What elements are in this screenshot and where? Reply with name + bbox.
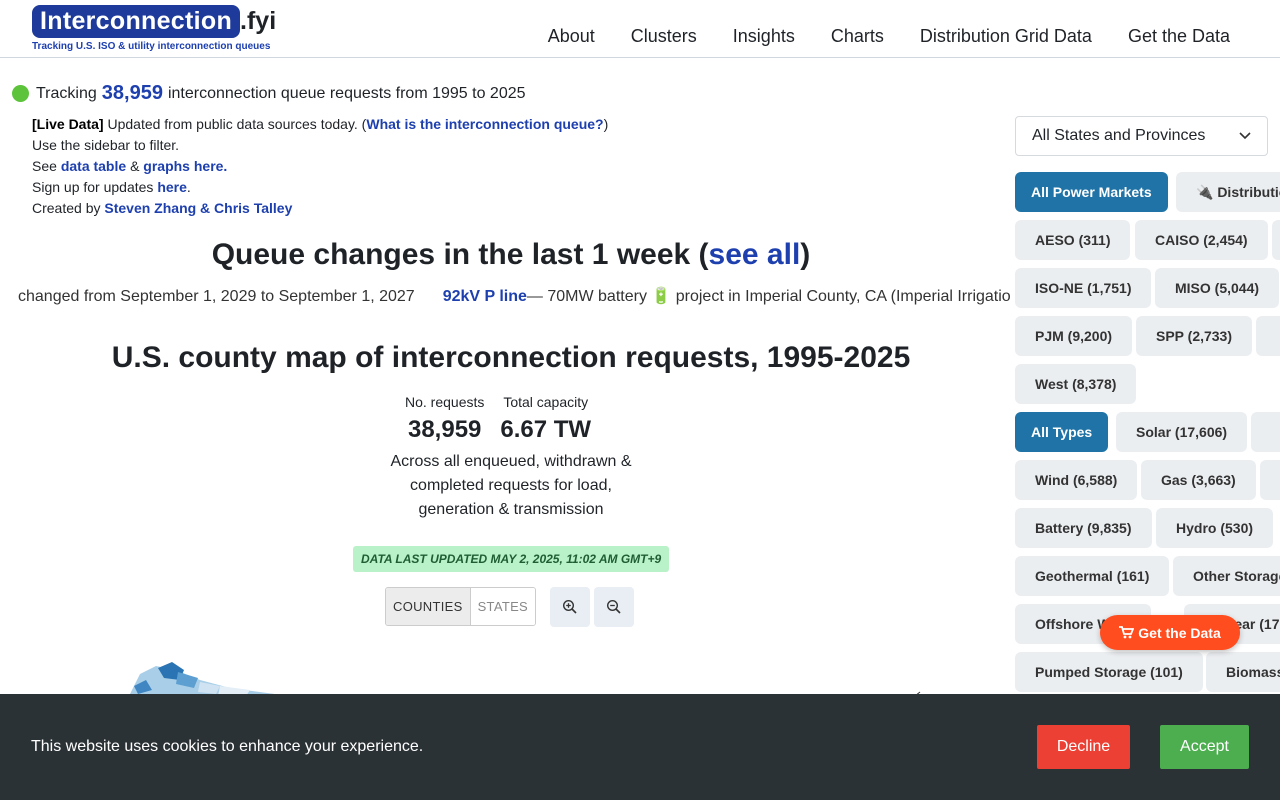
nav-charts[interactable]: Charts	[831, 26, 884, 47]
states-toggle-button[interactable]: STATES	[470, 588, 536, 625]
queue-title-prefix: Queue changes in the last 1 week (	[211, 238, 709, 271]
chip-gas[interactable]: Gas (3,663)	[1141, 460, 1256, 500]
nav-insights[interactable]: Insights	[733, 26, 795, 47]
county-map[interactable]	[120, 658, 940, 698]
zoom-in-button[interactable]	[550, 587, 590, 627]
chip-miso[interactable]: MISO (5,044)	[1155, 268, 1280, 308]
chip-caiso[interactable]: CAISO (2,454)	[1135, 220, 1268, 260]
live-data-label: [Live Data]	[32, 116, 104, 132]
cookie-banner: This website uses cookies to enhance you…	[0, 694, 1280, 800]
chevron-down-icon	[1239, 132, 1251, 140]
chip-distribution[interactable]: 🔌 Distribution	[1176, 172, 1280, 212]
map-stats: No. requests 38,959 Total capacity 6.67 …	[405, 394, 591, 444]
sidebar-hint: Use the sidebar to filter.	[32, 137, 180, 153]
cookie-accept-button[interactable]: Accept	[1160, 725, 1249, 769]
see-line: See data table & graphs here.	[32, 156, 608, 177]
ticker-project-text: — 70MW battery 🔋 project in Imperial Cou…	[526, 288, 1010, 305]
what-is-queue-link[interactable]: What is the interconnection queue?	[366, 116, 603, 132]
graphs-link[interactable]: graphs here.	[143, 158, 227, 174]
map-view-toggle: COUNTIES STATES	[385, 587, 537, 626]
chip-spp[interactable]: SPP (2,733)	[1136, 316, 1253, 356]
nav-distribution-grid-data[interactable]: Distribution Grid Data	[920, 26, 1092, 47]
stat-requests-label: No. requests	[405, 394, 485, 410]
queue-title-suffix: )	[800, 238, 811, 271]
signup-suffix: .	[186, 179, 191, 195]
signup-line: Sign up for updates here.	[32, 177, 608, 198]
nav-get-the-data[interactable]: Get the Data	[1128, 26, 1230, 47]
map-title: U.S. county map of interconnection reque…	[111, 341, 911, 374]
tracking-suffix: interconnection queue requests from 1995…	[167, 84, 526, 102]
logo-wordmark[interactable]: Interconnection	[32, 5, 241, 38]
chip-overflow-2[interactable]	[1256, 316, 1280, 356]
chip-all-types[interactable]: All Types	[1015, 412, 1109, 452]
chip-overflow-4[interactable]	[1260, 460, 1280, 500]
live-data-close: )	[603, 116, 609, 132]
see-all-link[interactable]: see all	[709, 238, 801, 271]
stat-capacity-value: 6.67 TW	[500, 416, 592, 443]
chip-iso-ne[interactable]: ISO-NE (1,751)	[1015, 268, 1152, 308]
counties-toggle-button[interactable]: COUNTIES	[386, 588, 471, 625]
stat-capacity: Total capacity 6.67 TW	[500, 394, 591, 444]
chip-hydro[interactable]: Hydro (530)	[1156, 508, 1274, 548]
live-data-line: [Live Data] Updated from public data sou…	[32, 114, 608, 135]
zoom-out-button[interactable]	[594, 587, 634, 627]
chip-biomass[interactable]: Biomass	[1206, 652, 1280, 692]
signup-prefix: Sign up for updates	[32, 179, 154, 195]
site-logo[interactable]: Interconnection .fyi Tracking U.S. ISO & …	[32, 5, 276, 52]
chip-other-storage[interactable]: Other Storage	[1173, 556, 1280, 596]
queue-changes-title: Queue changes in the last 1 week (see al…	[0, 238, 1010, 272]
tracking-count: 38,959	[101, 82, 163, 104]
stat-requests-value: 38,959	[407, 416, 482, 443]
chip-overflow-3[interactable]	[1251, 412, 1280, 452]
tracking-prefix: Tracking	[36, 84, 97, 102]
chip-pjm[interactable]: PJM (9,200)	[1015, 316, 1133, 356]
see-prefix: See	[32, 158, 57, 174]
created-prefix: Created by	[32, 200, 101, 216]
intro-info: [Live Data] Updated from public data sou…	[32, 114, 608, 219]
state-province-select[interactable]: All States and Provinces	[1015, 116, 1268, 156]
chip-solar[interactable]: Solar (17,606)	[1116, 412, 1248, 452]
cart-icon	[1119, 626, 1135, 639]
chip-aeso[interactable]: AESO (311)	[1015, 220, 1131, 260]
live-status-dot	[12, 85, 29, 102]
ticker-project-link[interactable]: 92kV P line	[443, 288, 527, 305]
data-updated-badge: DATA LAST UPDATED MAY 2, 2025, 11:02 AM …	[353, 546, 670, 572]
state-province-select-value: All States and Provinces	[1032, 127, 1206, 144]
get-the-data-floating-button[interactable]: Get the Data	[1100, 615, 1240, 650]
see-amp: &	[130, 158, 140, 174]
get-the-data-label: Get the Data	[1138, 624, 1221, 641]
chip-all-power-markets[interactable]: All Power Markets	[1015, 172, 1168, 212]
signup-link[interactable]: here	[157, 179, 187, 195]
cookie-message: This website uses cookies to enhance you…	[31, 738, 424, 755]
zoom-out-icon	[606, 599, 621, 614]
nav-clusters[interactable]: Clusters	[631, 26, 697, 47]
chip-geothermal[interactable]: Geothermal (161)	[1015, 556, 1170, 596]
stat-requests: No. requests 38,959	[405, 394, 484, 444]
stat-capacity-label: Total capacity	[503, 394, 589, 410]
nav-about[interactable]: About	[548, 26, 595, 47]
county-map-graphic	[130, 662, 921, 698]
chip-battery[interactable]: Battery (9,835)	[1015, 508, 1152, 548]
main-content: Tracking 38,959 interconnection queue re…	[0, 58, 1010, 800]
site-tagline: Tracking U.S. ISO & utility interconnect…	[32, 41, 271, 52]
chip-wind[interactable]: Wind (6,588)	[1015, 460, 1138, 500]
cookie-decline-button[interactable]: Decline	[1037, 725, 1130, 769]
chip-overflow[interactable]	[1272, 220, 1280, 260]
main-nav: About Clusters Insights Charts Distribut…	[548, 26, 1230, 47]
credits-line: Created by Steven Zhang & Chris Talley	[32, 198, 608, 219]
site-header: Interconnection .fyi Tracking U.S. ISO & …	[0, 0, 1280, 58]
chip-west[interactable]: West (8,378)	[1015, 364, 1137, 404]
authors-link[interactable]: Steven Zhang & Chris Talley	[104, 200, 292, 216]
zoom-in-icon	[562, 599, 577, 614]
logo-suffix[interactable]: .fyi	[240, 7, 276, 35]
chip-pumped-storage[interactable]: Pumped Storage (101)	[1015, 652, 1203, 692]
data-table-link[interactable]: data table	[61, 158, 126, 174]
live-data-text: Updated from public data sources today. …	[107, 116, 367, 132]
stats-description: Across all enqueued, withdrawn & complet…	[390, 453, 632, 518]
queue-changes-ticker: changed from September 1, 2029 to Septem…	[18, 286, 1010, 306]
tracking-summary: Tracking 38,959 interconnection queue re…	[12, 82, 526, 105]
ticker-change-text: changed from September 1, 2029 to Septem…	[18, 288, 415, 305]
